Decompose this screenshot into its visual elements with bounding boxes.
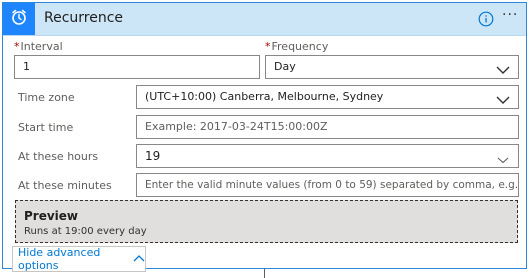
frequency-dropdown[interactable]: Day — [265, 55, 519, 79]
chevron-down-icon — [496, 91, 510, 108]
chevron-up-icon — [133, 253, 145, 266]
flow-connector-line — [264, 269, 265, 278]
at-these-hours-dropdown[interactable]: 19 — [136, 144, 519, 168]
recurrence-card: Recurrence ··· *Interval 1 *Frequency Da… — [2, 2, 527, 272]
start-time-input[interactable]: Example: 2017-03-24T15:00:00Z — [136, 115, 519, 139]
card-header[interactable]: Recurrence ··· — [3, 3, 526, 36]
time-zone-label: Time zone — [18, 91, 75, 104]
info-icon[interactable] — [478, 11, 494, 27]
alarm-clock-icon — [10, 8, 28, 30]
card-title: Recurrence — [44, 10, 124, 26]
at-these-minutes-input[interactable]: Enter the valid minute values (from 0 to… — [136, 173, 519, 197]
hide-advanced-options-label: Hide advanced options — [18, 246, 101, 272]
chevron-down-icon — [496, 61, 510, 78]
at-these-hours-label: At these hours — [18, 150, 99, 163]
hide-advanced-options-button[interactable]: Hide advanced options — [12, 246, 146, 272]
frequency-label: *Frequency — [265, 40, 329, 53]
preview-text: Runs at 19:00 every day — [24, 226, 147, 237]
at-these-minutes-label: At these minutes — [18, 179, 112, 192]
start-time-label: Start time — [18, 121, 74, 134]
trigger-badge — [3, 3, 35, 35]
time-zone-dropdown[interactable]: (UTC+10:00) Canberra, Melbourne, Sydney — [136, 85, 519, 109]
preview-title: Preview — [24, 209, 79, 223]
preview-panel: Preview Runs at 19:00 every day — [15, 200, 518, 243]
more-options-button[interactable]: ··· — [502, 7, 518, 23]
interval-input[interactable]: 1 — [14, 55, 260, 79]
chevron-down-icon — [496, 150, 510, 167]
interval-label: *Interval — [14, 40, 63, 53]
